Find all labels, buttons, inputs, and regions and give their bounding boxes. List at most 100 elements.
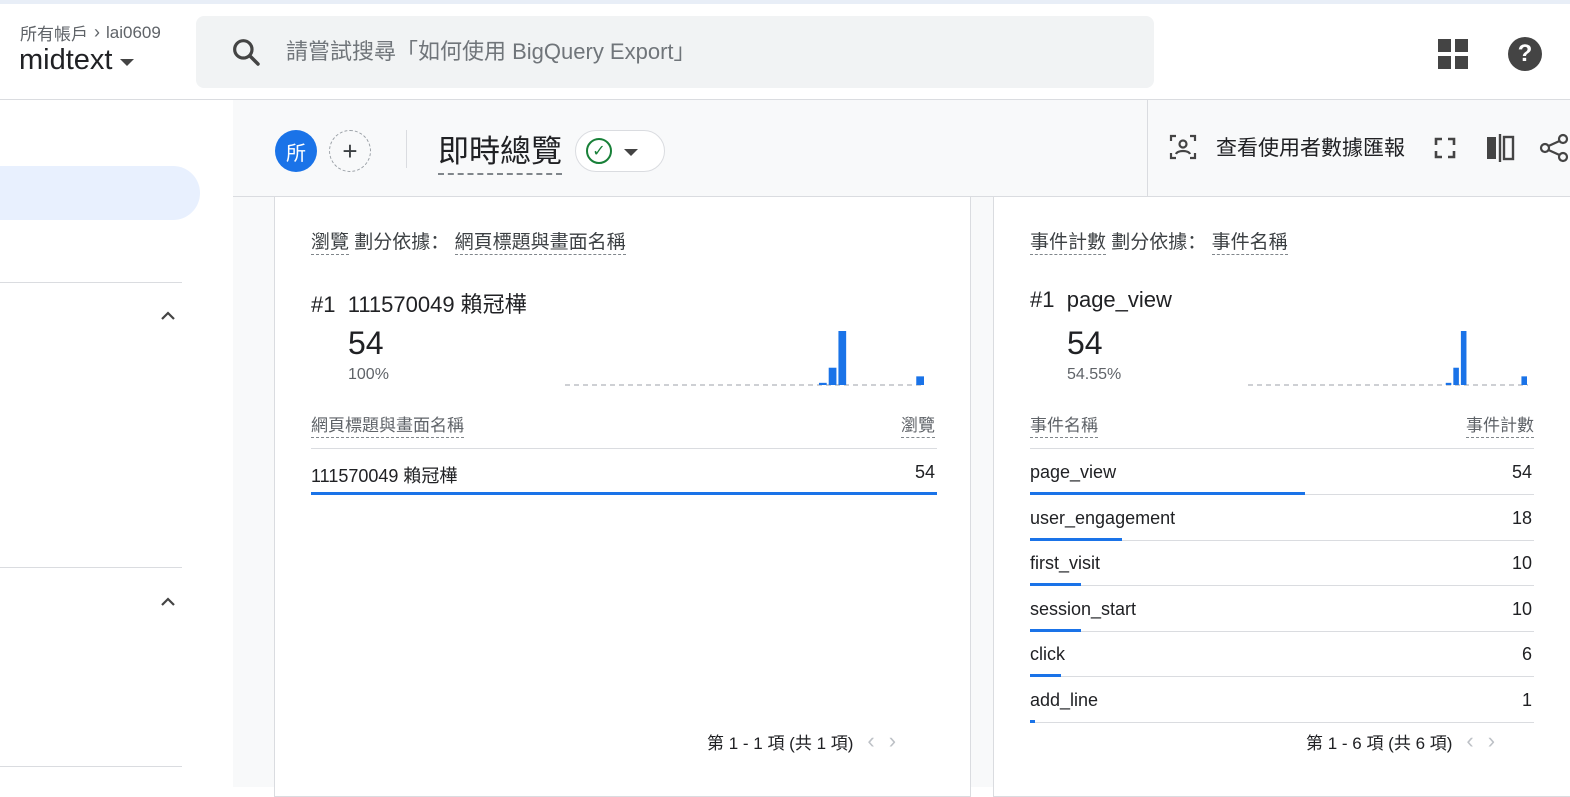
table-row[interactable]: session_start 10 (1030, 587, 1534, 632)
nav-item-active[interactable] (0, 166, 200, 220)
toolbar-divider (1147, 100, 1148, 197)
sparkline-bar (1521, 376, 1527, 385)
search-icon (233, 39, 260, 66)
search-bar[interactable] (196, 16, 1154, 88)
check-circle-icon: ✓ (586, 138, 612, 164)
toolbar-divider (406, 130, 407, 168)
dimension-selector[interactable]: 網頁標題與畫面名稱 (454, 232, 626, 255)
user-snapshot-button[interactable]: 查看使用者數據匯報 (1168, 132, 1405, 162)
top-percent: 100% (348, 366, 389, 383)
sparkline-bar (818, 382, 827, 385)
apps-grid-icon[interactable] (1438, 39, 1468, 69)
breadcrumb-root[interactable]: 所有帳戶 (20, 20, 88, 45)
row-value: 18 (1511, 507, 1532, 528)
row-share-bar (311, 492, 937, 495)
add-comparison-button[interactable]: + (329, 130, 371, 172)
property-name: midtext (19, 44, 113, 76)
chevron-left-icon[interactable]: ‹ (867, 728, 874, 754)
metric-selector[interactable]: 瀏覽 (311, 232, 350, 255)
column-header-dimension[interactable]: 網頁標題與畫面名稱 (311, 411, 464, 438)
nav-divider (0, 766, 182, 767)
row-label: add_line (1030, 689, 1099, 710)
compare-columns-icon[interactable] (1485, 134, 1515, 162)
breakdown-label: 劃分依據： (354, 232, 450, 253)
chevron-left-icon[interactable]: ‹ (1466, 728, 1473, 754)
breadcrumb[interactable]: 所有帳戶 › lai0609 (20, 20, 161, 45)
card-header: 瀏覽 劃分依據： 網頁標題與畫面名稱 (311, 227, 626, 255)
table-row[interactable]: add_line 1 (1030, 678, 1534, 723)
sparkline-bar (1460, 331, 1467, 385)
table-header: 網頁標題與畫面名稱 瀏覽 (311, 411, 935, 438)
table-header-divider (1030, 448, 1534, 449)
table-row[interactable]: first_visit 10 (1030, 541, 1534, 586)
sparkline-chart (1248, 331, 1528, 386)
pagination-label: 第 1 - 1 項 (共 1 項) (707, 733, 854, 753)
chevron-right-icon[interactable]: › (889, 728, 896, 754)
chevron-up-icon[interactable] (160, 308, 176, 324)
help-icon[interactable]: ? (1508, 37, 1542, 71)
event-count-by-event-name-card: 事件計數 劃分依據： 事件名稱 #1 page_view 54 54.55% 事… (993, 197, 1570, 797)
share-icon[interactable] (1539, 133, 1569, 163)
sparkline-bar (1445, 382, 1452, 385)
left-nav (0, 100, 200, 787)
report-toolbar: 所 + 即時總覽 ✓ 查看使用者數據匯報 (233, 100, 1570, 197)
caret-down-icon (120, 59, 135, 66)
nav-divider (0, 282, 182, 283)
comparison-chip-all[interactable]: 所 (275, 130, 317, 172)
column-header-dimension[interactable]: 事件名稱 (1030, 411, 1098, 438)
fullscreen-icon[interactable] (1433, 136, 1457, 160)
caret-down-icon (624, 148, 638, 156)
chevron-right-icon: › (94, 22, 100, 42)
status-dropdown[interactable]: ✓ (575, 130, 665, 172)
row-label: click (1030, 644, 1065, 664)
page-title: 即時總覽 (438, 126, 562, 175)
views-by-page-title-card: 瀏覽 劃分依據： 網頁標題與畫面名稱 #1 111570049 賴冠樺 54 1… (274, 197, 971, 797)
app-header: 所有帳戶 › lai0609 midtext ? (0, 4, 1570, 100)
metric-selector[interactable]: 事件計數 (1030, 232, 1107, 255)
row-label: first_visit (1030, 553, 1101, 573)
top-item-title: #1 page_view (1030, 287, 1172, 313)
row-value: 10 (1511, 553, 1532, 573)
table-header: 事件名稱 事件計數 (1030, 411, 1534, 438)
table-header-divider (311, 448, 937, 449)
user-snapshot-label: 查看使用者數據匯報 (1216, 137, 1405, 160)
row-value: 10 (1511, 598, 1532, 619)
row-value: 54 (1511, 462, 1532, 482)
row-label: 111570049 賴冠樺 (311, 466, 458, 486)
top-rank: #1 (1030, 287, 1055, 312)
sparkline-bar (1453, 367, 1459, 385)
row-value: 1 (1521, 689, 1532, 710)
row-share-bar (1030, 719, 1036, 723)
sparkline-bar (916, 376, 924, 385)
table-row[interactable]: user_engagement 18 (1030, 496, 1534, 541)
row-label: page_view (1030, 462, 1117, 482)
top-rank: #1 (311, 292, 336, 317)
breadcrumb-account[interactable]: lai0609 (106, 23, 161, 43)
column-header-metric[interactable]: 瀏覽 (901, 411, 935, 438)
pagination: 第 1 - 1 項 (共 1 項) ‹ › (707, 728, 896, 754)
dimension-selector[interactable]: 事件名稱 (1211, 232, 1288, 255)
card-header: 事件計數 劃分依據： 事件名稱 (1030, 227, 1288, 255)
table-row[interactable]: 111570049 賴冠樺 54 (311, 450, 937, 495)
row-label: user_engagement (1030, 507, 1176, 528)
sparkline-chart (565, 331, 925, 386)
column-header-metric[interactable]: 事件計數 (1466, 411, 1534, 438)
top-name: 111570049 賴冠樺 (347, 292, 527, 317)
chevron-right-icon[interactable]: › (1488, 728, 1495, 754)
table-row[interactable]: click 6 (1030, 632, 1534, 677)
row-value: 54 (914, 462, 935, 482)
nav-divider (0, 567, 182, 568)
breakdown-label: 劃分依據： (1111, 232, 1207, 253)
chevron-up-icon[interactable] (160, 594, 176, 610)
sparkline-bar (838, 331, 847, 385)
user-scan-icon (1169, 134, 1197, 160)
pagination: 第 1 - 6 項 (共 6 項) ‹ › (1306, 728, 1495, 754)
top-item-title: #1 111570049 賴冠樺 (311, 287, 527, 319)
top-percent: 54.55% (1067, 366, 1122, 383)
top-value: 54 (1067, 325, 1103, 361)
property-selector[interactable]: midtext (19, 44, 135, 77)
table-row[interactable]: page_view 54 (1030, 450, 1534, 495)
top-value: 54 (348, 325, 384, 361)
search-input[interactable] (286, 39, 1106, 65)
sparkline-bar (828, 367, 837, 385)
